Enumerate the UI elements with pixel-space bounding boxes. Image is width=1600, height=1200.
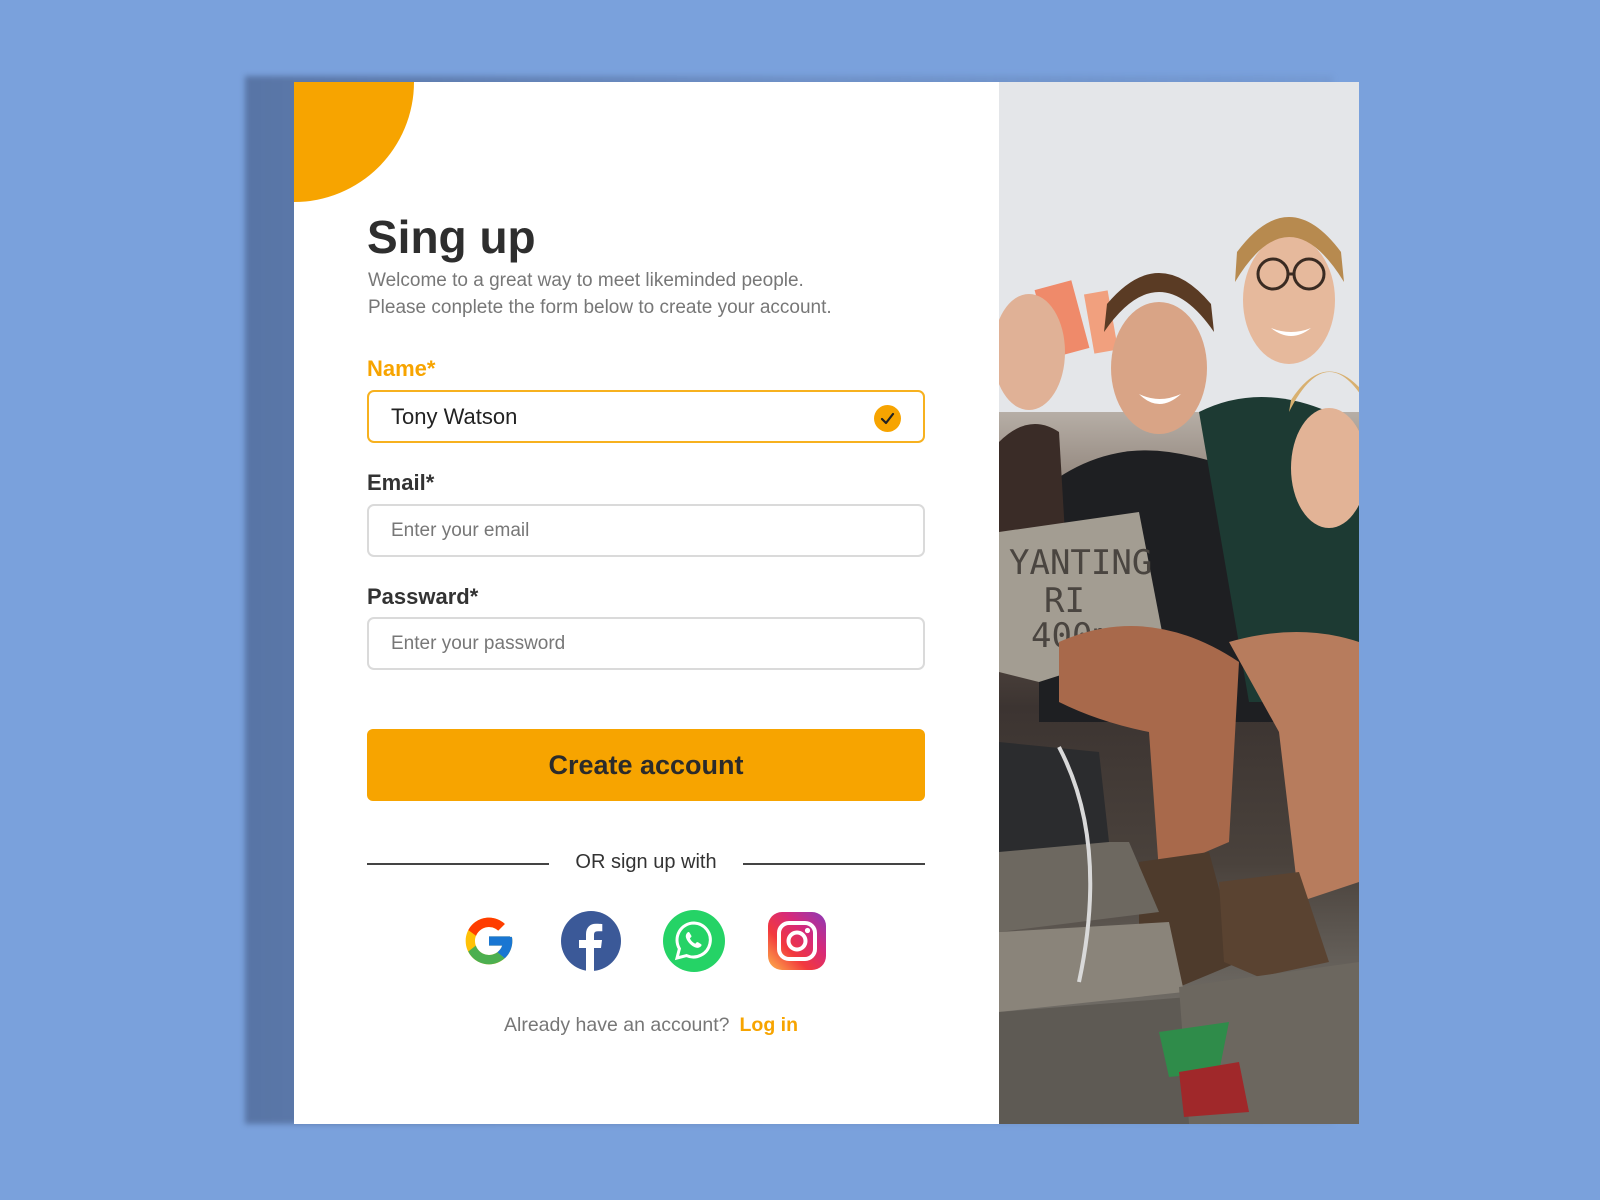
email-field-wrapper [367, 504, 925, 557]
page-title: Sing up [367, 211, 536, 263]
facebook-icon[interactable] [558, 908, 624, 974]
email-label: Email* [367, 470, 435, 495]
sign-text-line-1: YANTING [1009, 543, 1152, 583]
check-icon [874, 405, 901, 432]
group-photo-illustration: YANTING RI 400m [999, 82, 1359, 1124]
password-field[interactable] [391, 632, 831, 655]
email-field[interactable] [391, 519, 831, 542]
subtitle-line-2: Please conplete the form below to create… [368, 296, 832, 318]
instagram-icon[interactable] [764, 908, 830, 974]
sign-text-line-2: RI [1044, 581, 1085, 621]
login-row: Already have an account? Log in [367, 1014, 935, 1037]
whatsapp-icon[interactable] [661, 908, 727, 974]
google-icon[interactable] [456, 908, 522, 974]
password-label: Passward* [367, 584, 479, 609]
corner-decoration [294, 82, 414, 202]
login-link[interactable]: Log in [740, 1014, 798, 1036]
page-subtitle: Welcome to a great way to meet likeminde… [368, 268, 832, 321]
password-field-wrapper [367, 617, 925, 670]
name-field-wrapper [367, 390, 925, 443]
hero-photo: YANTING RI 400m [999, 82, 1359, 1124]
divider: OR sign up with [367, 848, 925, 878]
create-account-button[interactable]: Create account [367, 729, 925, 801]
divider-line-right [743, 863, 925, 865]
subtitle-line-1: Welcome to a great way to meet likeminde… [368, 270, 804, 291]
signup-card: Sing up Welcome to a great way to meet l… [294, 82, 1359, 1124]
name-field[interactable] [391, 403, 831, 430]
name-label: Name* [367, 356, 436, 381]
login-prompt: Already have an account? [504, 1014, 730, 1036]
